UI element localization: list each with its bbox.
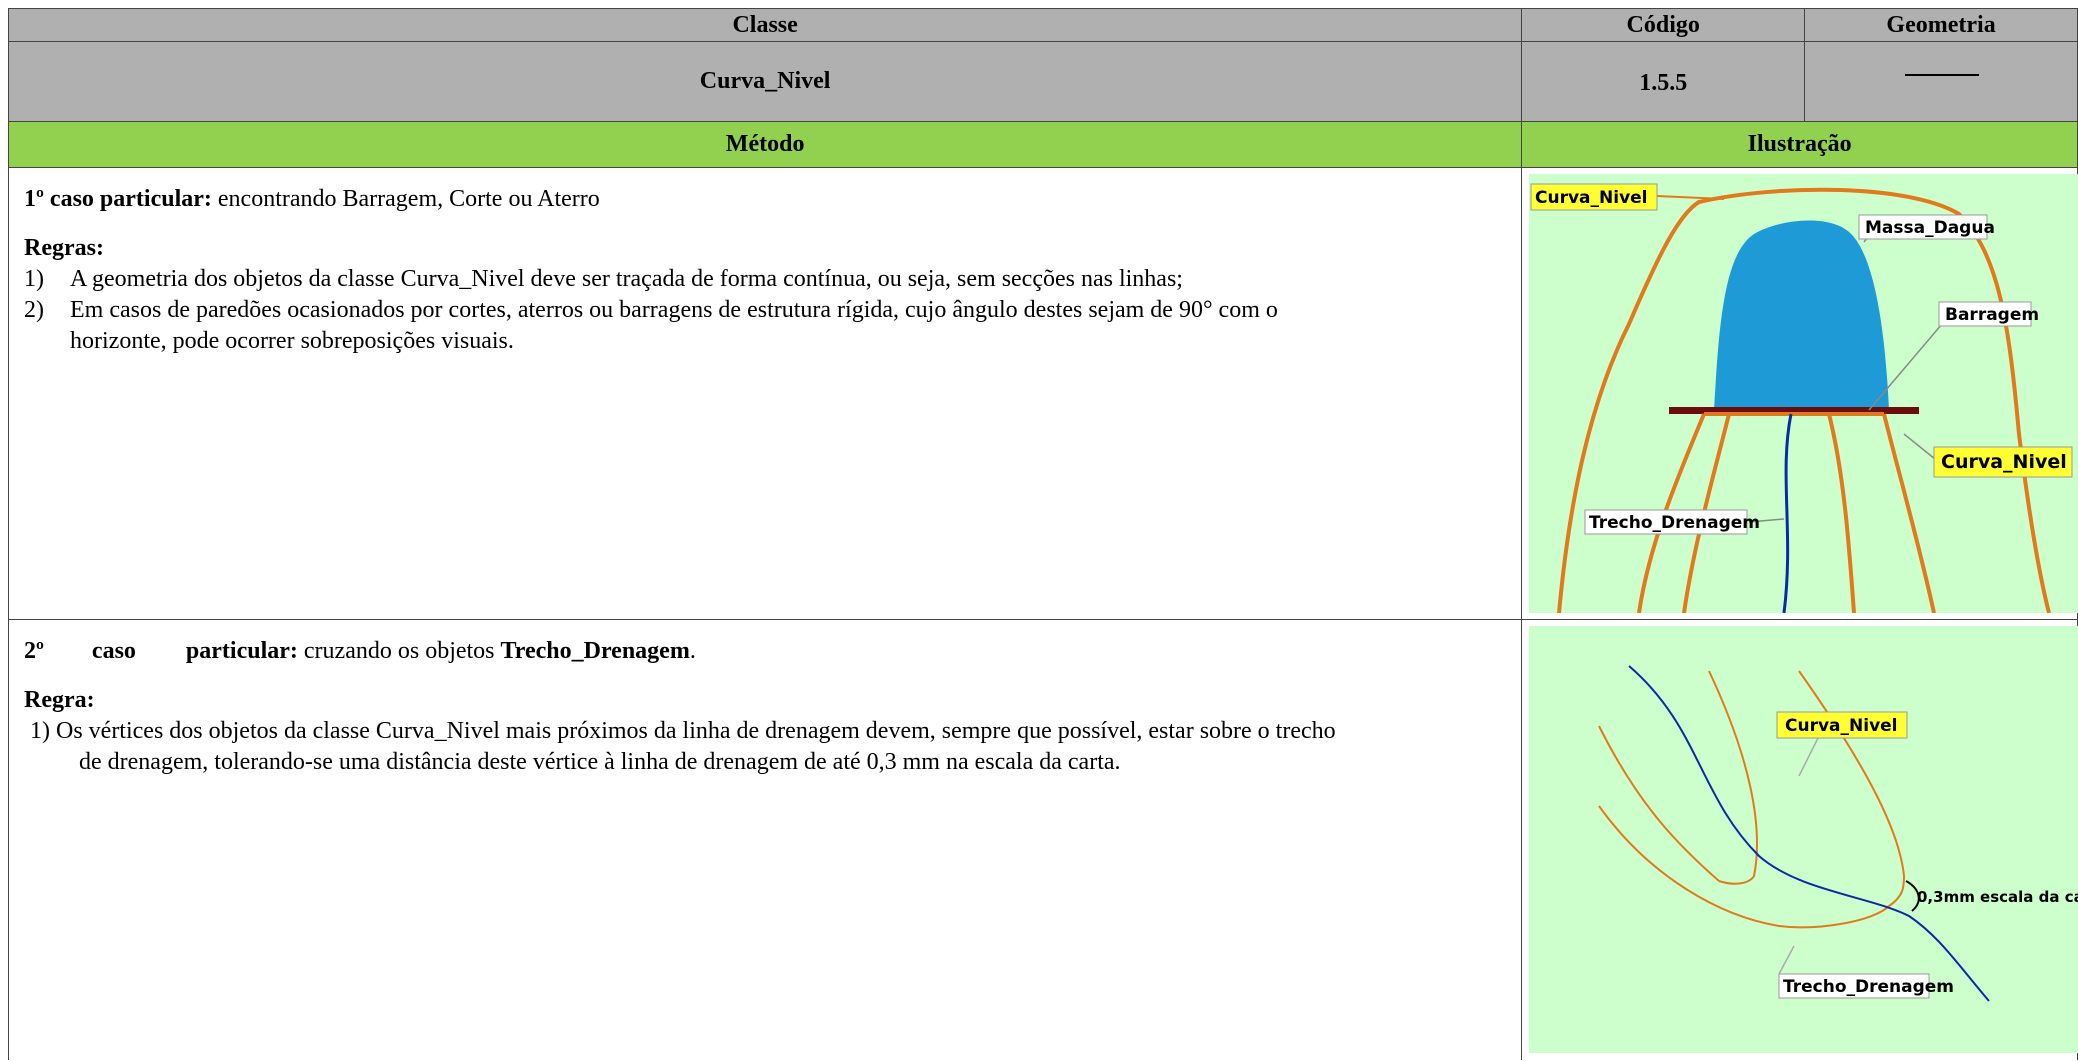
case1-method: 1º caso particular: encontrando Barragem… <box>9 168 1522 620</box>
ilustracao-header: Ilustração <box>1522 122 2078 168</box>
label-trecho: Trecho_Drenagem <box>1589 513 1760 533</box>
case1-title-bold: 1º caso particular: <box>24 186 212 212</box>
case2-title-rest: cruzando os objetos <box>297 638 501 664</box>
label-curva-2: Curva_Nivel <box>1785 716 1898 736</box>
case1-rule-2-line2: horizonte, pode ocorrer sobreposições vi… <box>70 328 514 354</box>
case2-method: 2º caso particular: cruzando os objetos … <box>9 620 1522 1060</box>
case2-title-num: 2º <box>24 638 44 664</box>
case2-title-object: Trecho_Drenagem <box>500 638 690 664</box>
case2-illustration-cell: Curva_Nivel 0,3mm escala da carta Trecho… <box>1522 620 2078 1060</box>
line-geometry-icon <box>1905 73 1980 76</box>
header-row: Classe Código Geometria <box>8 8 2078 42</box>
case1-rules-label: Regras: <box>24 235 104 261</box>
case1-rule-2: 2) Em casos de paredões ocasionados por … <box>24 295 1521 357</box>
case1-illustration: Curva_Nivel Massa_Dagua Barragem Curva_N… <box>1529 174 2078 614</box>
geometria-line-icon <box>1805 42 2078 122</box>
label-massa: Massa_Dagua <box>1865 218 1995 238</box>
label-scale: 0,3mm escala da carta <box>1917 888 2078 906</box>
geometria-header: Geometria <box>1805 8 2078 42</box>
case1-rule-2-line1: Em casos de paredões ocasionados por cor… <box>70 297 1278 323</box>
classe-header: Classe <box>9 8 1523 42</box>
case2-rule-1-line1: 1) Os vértices dos objetos da classe Cur… <box>24 718 1336 744</box>
codigo-header: Código <box>1522 8 1806 42</box>
case1-rule-1-num: 1) <box>24 266 44 292</box>
case2-rule-1-line2: de drenagem, tolerando-se uma distância … <box>79 749 1121 775</box>
case2-row: 2º caso particular: cruzando os objetos … <box>8 620 2078 1060</box>
classe-value: Curva_Nivel <box>9 42 1523 122</box>
case1-rule-1-text: A geometria dos objetos da classe Curva_… <box>70 266 1183 292</box>
value-row: Curva_Nivel 1.5.5 <box>8 42 2078 122</box>
case2-title: 2º caso particular: cruzando os objetos … <box>24 636 1521 667</box>
case2-rules-label: Regra: <box>24 687 95 713</box>
case1-rule-2-num: 2) <box>24 297 44 323</box>
case1-title: 1º caso particular: encontrando Barragem… <box>24 184 1521 215</box>
case2-title-caso: caso <box>91 638 136 664</box>
label-trecho-2: Trecho_Drenagem <box>1783 977 1954 997</box>
case1-title-rest: encontrando Barragem, Corte ou Aterro <box>211 186 600 212</box>
case2-title-end: . <box>689 638 696 664</box>
metodo-header: Método <box>9 122 1523 168</box>
label-curva-right: Curva_Nivel <box>1941 451 2067 473</box>
codigo-value: 1.5.5 <box>1522 42 1806 122</box>
label-barragem: Barragem <box>1945 305 2039 325</box>
classification-table: Classe Código Geometria Curva_Nivel 1.5.… <box>8 8 2078 1060</box>
case1-illustration-cell: Curva_Nivel Massa_Dagua Barragem Curva_N… <box>1522 168 2078 620</box>
label-curva-top: Curva_Nivel <box>1535 188 1648 208</box>
case1-row: 1º caso particular: encontrando Barragem… <box>8 168 2078 620</box>
case1-rule-1: 1) A geometria dos objetos da classe Cur… <box>24 264 1521 295</box>
case2-title-particular: particular: <box>185 638 298 664</box>
section-row: Método Ilustração <box>8 122 2078 168</box>
case2-illustration: Curva_Nivel 0,3mm escala da carta Trecho… <box>1529 626 2078 1053</box>
